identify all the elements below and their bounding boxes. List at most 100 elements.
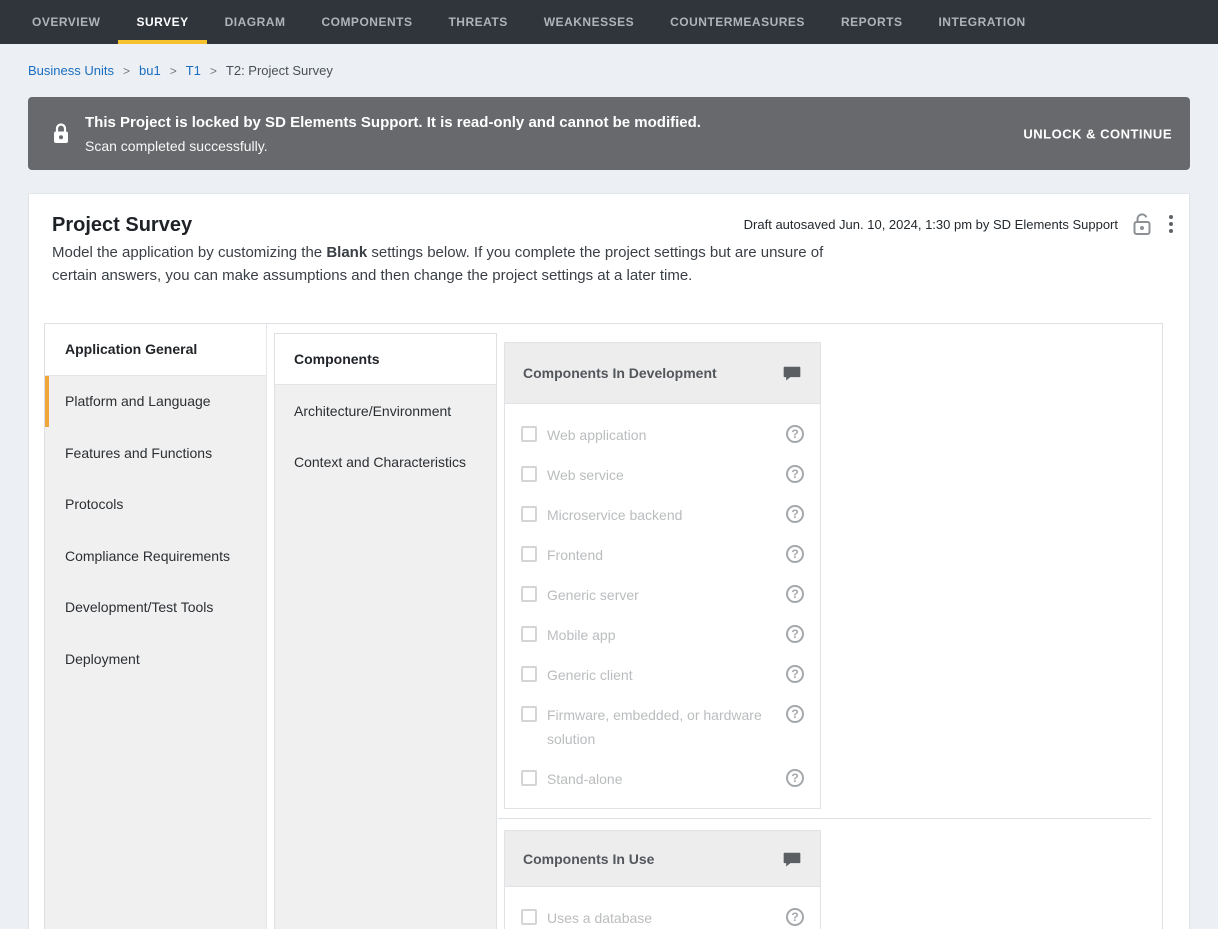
lock-banner-title: This Project is locked by SD Elements Su… [85,114,701,131]
autosave-status: Draft autosaved Jun. 10, 2024, 1:30 pm b… [744,217,1118,232]
help-icon[interactable]: ? [786,908,804,926]
lock-banner: This Project is locked by SD Elements Su… [28,97,1190,170]
panel-header: Components In Use [505,831,820,887]
checkbox[interactable] [521,546,537,562]
tab-countermeasures[interactable]: COUNTERMEASURES [652,0,823,44]
help-icon[interactable]: ? [786,665,804,683]
tab-survey[interactable]: SURVEY [118,0,206,44]
tab-overview[interactable]: OVERVIEW [14,0,118,44]
breadcrumb-link[interactable]: bu1 [139,63,161,78]
help-icon[interactable]: ? [786,465,804,483]
checkbox-label: Microservice backend [547,503,786,527]
sidebar-item-deployment[interactable]: Deployment [45,633,266,685]
panel-body: Web application?Web service?Microservice… [505,404,820,808]
sidebar-item-label: Features and Functions [65,445,212,461]
subsection-item-label: Components [294,351,380,367]
checkbox[interactable] [521,506,537,522]
sidebar-item-features-and-functions[interactable]: Features and Functions [45,427,266,479]
subsection-list: Components Architecture/Environment Contex… [274,333,497,929]
checkbox[interactable] [521,909,537,925]
sidebar-item-compliance-requirements[interactable]: Compliance Requirements [45,530,266,582]
lock-open-icon [1131,212,1153,236]
survey-description: Model the application by customizing the… [52,241,844,287]
tab-reports[interactable]: REPORTS [823,0,921,44]
breadcrumb-link[interactable]: Business Units [28,63,114,78]
sidebar-item-label: Protocols [65,496,123,512]
checkbox-label: Web application [547,423,786,447]
tab-integration[interactable]: INTEGRATION [920,0,1043,44]
panel-header: Components In Development [505,343,820,404]
checkbox-label: Stand-alone [547,767,786,791]
survey-area: Application General Platform and Language… [44,323,1163,929]
help-icon[interactable]: ? [786,705,804,723]
help-icon[interactable]: ? [786,769,804,787]
subsection-item-label: Architecture/Environment [294,403,451,419]
tab-weaknesses[interactable]: WEAKNESSES [526,0,652,44]
unlock-continue-button[interactable]: UNLOCK & CONTINUE [1023,126,1172,141]
checkbox-row: Generic server? [505,575,820,615]
checkbox-row: Microservice backend? [505,495,820,535]
breadcrumb-separator: > [170,64,177,78]
help-icon[interactable]: ? [786,545,804,563]
sidebar-item-platform-and-language[interactable]: Platform and Language [45,376,266,428]
section-list: Application General Platform and Language… [45,324,267,929]
sidebar-item-development-test-tools[interactable]: Development/Test Tools [45,582,266,634]
checkbox-row: Web application? [505,415,820,455]
sidebar-item-label: Application General [65,341,197,357]
panel-divider [498,818,1151,819]
checkbox[interactable] [521,426,537,442]
checkbox-label: Web service [547,463,786,487]
tab-diagram[interactable]: DIAGRAM [207,0,304,44]
help-icon[interactable]: ? [786,625,804,643]
checkbox[interactable] [521,666,537,682]
help-icon[interactable]: ? [786,425,804,443]
breadcrumb-link[interactable]: T1 [186,63,201,78]
checkbox-row: Generic client? [505,655,820,695]
checkbox[interactable] [521,706,537,722]
subsection-item-architecture-environment[interactable]: Architecture/Environment [275,385,496,436]
breadcrumb-current: T2: Project Survey [226,63,333,78]
project-survey-card: Project Survey Draft autosaved Jun. 10, … [28,193,1190,929]
breadcrumb-separator: > [210,64,217,78]
checkbox-label: Generic server [547,583,786,607]
tab-threats[interactable]: THREATS [430,0,525,44]
subsection-item-label: Context and Characteristics [294,454,466,470]
sidebar-item-application-general[interactable]: Application General [45,324,266,376]
more-options-icon[interactable] [1166,212,1176,236]
lock-banner-subtitle: Scan completed successfully. [85,138,701,154]
comment-icon[interactable] [782,849,802,869]
checkbox-label: Generic client [547,663,786,687]
panel-title: Components In Use [523,851,654,867]
checkbox-row: Stand-alone? [505,759,820,799]
checkbox[interactable] [521,626,537,642]
breadcrumb: Business Units > bu1 > T1 > T2: Project Survey [0,44,1218,97]
checkbox[interactable] [521,586,537,602]
lock-icon [52,122,70,145]
question-panel: Components In Development Web application… [504,342,821,809]
header-meta: Draft autosaved Jun. 10, 2024, 1:30 pm b… [744,212,1176,236]
tab-components[interactable]: COMPONENTS [303,0,430,44]
top-navigation: OVERVIEWSURVEYDIAGRAMCOMPONENTSTHREATSWE… [0,0,1218,44]
checkbox-row: Frontend? [505,535,820,575]
checkbox-row: Firmware, embedded, or hardware solution… [505,695,820,759]
checkbox-label: Mobile app [547,623,786,647]
checkbox[interactable] [521,466,537,482]
checkbox-row: Web service? [505,455,820,495]
checkbox-label: Firmware, embedded, or hardware solution [547,703,786,751]
comment-icon[interactable] [782,363,802,383]
sidebar-item-label: Compliance Requirements [65,548,230,564]
checkbox-label: Frontend [547,543,786,567]
panel-title: Components In Development [523,365,717,381]
checkbox[interactable] [521,770,537,786]
sidebar-item-protocols[interactable]: Protocols [45,479,266,531]
subsection-item-context-and-characteristics[interactable]: Context and Characteristics [275,436,496,487]
checkbox-row: Uses a database? [505,898,820,929]
help-icon[interactable]: ? [786,585,804,603]
help-icon[interactable]: ? [786,505,804,523]
sidebar-item-label: Development/Test Tools [65,599,213,615]
breadcrumb-separator: > [123,64,130,78]
subsection-item-components[interactable]: Components [275,334,496,385]
checkbox-label: Uses a database [547,906,786,929]
sidebar-item-label: Deployment [65,651,140,667]
question-panel: Components In Use Uses a database? [504,830,821,929]
